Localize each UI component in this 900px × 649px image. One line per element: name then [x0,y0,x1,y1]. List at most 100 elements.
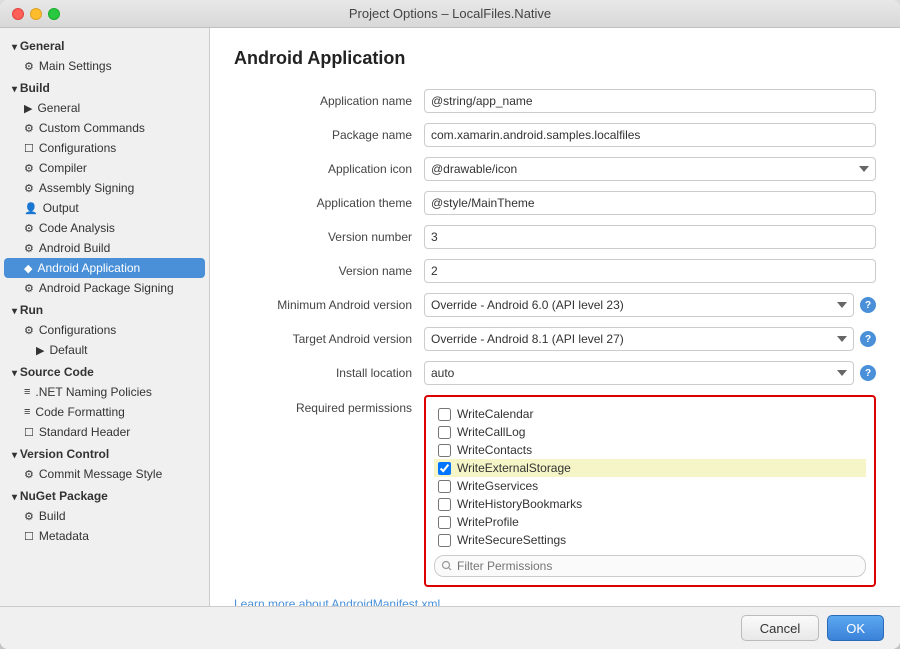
app-window: Project Options – LocalFiles.Native Gene… [0,0,900,649]
gear-icon: ⚙ [24,222,34,235]
permission-write-calendar-checkbox[interactable] [438,408,451,421]
gear-icon: ⚙ [24,510,34,523]
sidebar-item-android-build[interactable]: ⚙ Android Build [0,238,209,258]
diamond-icon: ◆ [24,262,32,275]
permission-write-history-bookmarks[interactable]: WriteHistoryBookmarks [434,495,866,513]
permissions-container: WriteCalendar WriteCallLog WriteContacts [424,395,876,587]
install-location-row: Install location auto ? [234,361,876,385]
sidebar-item-label: Standard Header [39,425,130,439]
person-icon: 👤 [24,202,38,215]
maximize-button[interactable] [48,8,60,20]
version-name-input[interactable] [424,259,876,283]
application-theme-input[interactable] [424,191,876,215]
permission-write-call-log[interactable]: WriteCallLog [434,423,866,441]
page-title: Android Application [234,48,876,69]
permission-write-external-storage-checkbox[interactable] [438,462,451,475]
sidebar-item-label: Code Analysis [39,221,115,235]
sidebar-item-custom-commands[interactable]: ⚙ Custom Commands [0,118,209,138]
checkbox-icon: ☐ [24,142,34,155]
permission-write-history-bookmarks-label: WriteHistoryBookmarks [457,497,582,511]
sidebar-item-configurations[interactable]: ☐ Configurations [0,138,209,158]
sidebar-section-run[interactable]: Run [0,298,209,320]
min-android-label: Minimum Android version [234,298,424,312]
sidebar-section-source-code[interactable]: Source Code [0,360,209,382]
package-name-input[interactable] [424,123,876,147]
permission-write-calendar[interactable]: WriteCalendar [434,405,866,423]
target-android-select[interactable]: Override - Android 8.1 (API level 27) [424,327,854,351]
sidebar-item-label: General [37,101,80,115]
sidebar-item-general[interactable]: ▶ General [0,98,209,118]
install-location-help-icon[interactable]: ? [860,365,876,381]
install-location-select[interactable]: auto [424,361,854,385]
application-icon-label: Application icon [234,162,424,176]
application-name-label: Application name [234,94,424,108]
sidebar-item-code-analysis[interactable]: ⚙ Code Analysis [0,218,209,238]
permission-write-call-log-label: WriteCallLog [457,425,525,439]
sidebar-item-android-application[interactable]: ◆ Android Application [4,258,205,278]
lines-icon: ≡ [24,386,30,398]
sidebar-item-label: Assembly Signing [39,181,134,195]
sidebar-item-run-configurations[interactable]: ⚙ Configurations [0,320,209,340]
arrow-icon: ▶ [24,102,32,115]
permission-write-call-log-checkbox[interactable] [438,426,451,439]
sidebar-item-label: Configurations [39,141,116,155]
gear-icon: ⚙ [24,182,34,195]
min-android-help-icon[interactable]: ? [860,297,876,313]
permission-write-secure-settings[interactable]: WriteSecureSettings [434,531,866,549]
footer: Cancel OK [0,606,900,649]
permission-write-secure-settings-checkbox[interactable] [438,534,451,547]
permission-write-gservices-label: WriteGservices [457,479,538,493]
close-button[interactable] [12,8,24,20]
learn-more-link[interactable]: Learn more about AndroidManifest.xml [234,597,876,606]
sidebar-item-main-settings[interactable]: ⚙ Main Settings [0,56,209,76]
permission-write-gservices-checkbox[interactable] [438,480,451,493]
sidebar-item-nuget-build[interactable]: ⚙ Build [0,506,209,526]
sidebar-section-build[interactable]: Build [0,76,209,98]
sidebar-item-label: Output [43,201,79,215]
permission-write-profile-checkbox[interactable] [438,516,451,529]
min-android-select[interactable]: Override - Android 6.0 (API level 23) [424,293,854,317]
gear-icon: ⚙ [24,60,34,73]
permission-write-secure-settings-label: WriteSecureSettings [457,533,566,547]
sidebar-item-assembly-signing[interactable]: ⚙ Assembly Signing [0,178,209,198]
sidebar-item-label: Metadata [39,529,89,543]
permission-write-external-storage[interactable]: WriteExternalStorage [434,459,866,477]
gear-icon: ⚙ [24,468,34,481]
sidebar-section-general[interactable]: General [0,34,209,56]
permission-write-history-bookmarks-checkbox[interactable] [438,498,451,511]
gear-icon: ⚙ [24,324,34,337]
sidebar-item-label: Commit Message Style [39,467,162,481]
sidebar-item-android-package-signing[interactable]: ⚙ Android Package Signing [0,278,209,298]
permissions-filter-input[interactable] [434,555,866,577]
permission-write-contacts-checkbox[interactable] [438,444,451,457]
minimize-button[interactable] [30,8,42,20]
sidebar-item-compiler[interactable]: ⚙ Compiler [0,158,209,178]
sidebar-item-commit-message-style[interactable]: ⚙ Commit Message Style [0,464,209,484]
cancel-button[interactable]: Cancel [741,615,819,641]
permission-write-external-storage-label: WriteExternalStorage [457,461,571,475]
version-number-input[interactable] [424,225,876,249]
main-area: General ⚙ Main Settings Build ▶ General … [0,28,900,606]
target-android-help-icon[interactable]: ? [860,331,876,347]
permission-write-contacts[interactable]: WriteContacts [434,441,866,459]
sidebar-item-nuget-metadata[interactable]: ☐ Metadata [0,526,209,546]
ok-button[interactable]: OK [827,615,884,641]
permission-write-gservices[interactable]: WriteGservices [434,477,866,495]
sidebar-item-default[interactable]: ▶ Default [0,340,209,360]
sidebar-item-net-naming[interactable]: ≡ .NET Naming Policies [0,382,209,402]
application-theme-label: Application theme [234,196,424,210]
sidebar-section-nuget[interactable]: NuGet Package [0,484,209,506]
window-title: Project Options – LocalFiles.Native [349,6,551,21]
sidebar-item-code-formatting[interactable]: ≡ Code Formatting [0,402,209,422]
application-name-row: Application name [234,89,876,113]
sidebar-section-version-control[interactable]: Version Control [0,442,209,464]
sidebar-item-label: Code Formatting [35,405,124,419]
permissions-list: WriteCalendar WriteCallLog WriteContacts [434,405,866,549]
application-icon-select[interactable]: @drawable/icon [424,157,876,181]
sidebar-item-label: Main Settings [39,59,112,73]
application-name-input[interactable] [424,89,876,113]
permission-write-profile[interactable]: WriteProfile [434,513,866,531]
sidebar-item-label: Android Application [37,261,140,275]
sidebar-item-standard-header[interactable]: ☐ Standard Header [0,422,209,442]
sidebar-item-output[interactable]: 👤 Output [0,198,209,218]
